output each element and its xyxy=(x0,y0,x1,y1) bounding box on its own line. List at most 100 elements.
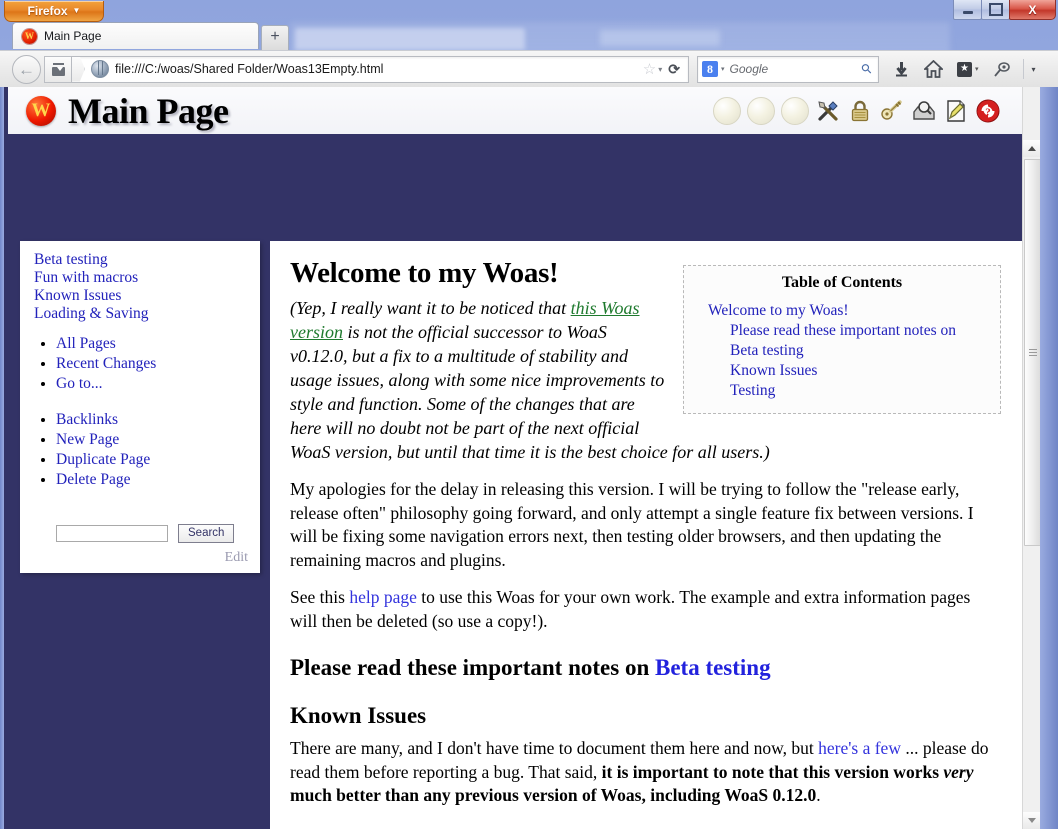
woas-favicon-icon: W xyxy=(22,29,37,44)
addon-button[interactable] xyxy=(993,61,1011,77)
tools-icon[interactable] xyxy=(815,98,841,124)
toc-link[interactable]: Please read these important notes on xyxy=(730,322,956,339)
download-arrow-icon xyxy=(893,61,910,78)
toolbar-divider xyxy=(1023,59,1024,79)
search-button[interactable]: Search xyxy=(178,524,234,543)
sidebar-item-duplicate-page[interactable]: Duplicate Page xyxy=(56,451,150,468)
toc-link[interactable]: Known Issues xyxy=(730,362,817,379)
list-item[interactable]: Go to... xyxy=(56,374,246,394)
new-tab-button[interactable]: + xyxy=(261,25,289,50)
chevron-down-icon: ▼ xyxy=(73,6,81,15)
list-item[interactable]: Backlinks xyxy=(56,410,246,430)
search-input[interactable]: Google xyxy=(730,62,863,76)
bookmarks-button[interactable]: ★ ▾ xyxy=(957,62,979,77)
toc-link[interactable]: Testing xyxy=(730,382,775,399)
page-title: Main Page xyxy=(68,90,228,132)
sidebar-item-new-page[interactable]: New Page xyxy=(56,431,119,448)
known-text-pre: There are many, and I don't have time to… xyxy=(290,738,818,758)
page-viewport: W Main Page xyxy=(0,87,1040,829)
list-item[interactable]: Recent Changes xyxy=(56,354,246,374)
sidebar-link[interactable]: Beta testing xyxy=(34,251,108,268)
window-right-edge xyxy=(1040,87,1058,829)
back-button[interactable]: ← xyxy=(12,55,41,84)
window-left-edge xyxy=(0,87,4,829)
sidebar-item-known-issues[interactable]: Known Issues xyxy=(34,287,246,305)
navigation-toolbar: ← file:///C:/woas/Shared Folder/Woas13Em… xyxy=(0,50,1058,88)
close-button[interactable]: X xyxy=(1009,0,1056,20)
edit-link[interactable]: Edit xyxy=(225,550,248,566)
chevron-down-icon: ▾ xyxy=(975,65,979,73)
heres-a-few-link[interactable]: here's a few xyxy=(818,738,901,758)
woas-logo-icon: W xyxy=(26,96,56,126)
sidebar-link[interactable]: Loading & Saving xyxy=(34,305,149,322)
known-bold-italic: very xyxy=(943,762,973,782)
bookmark-star-icon: ★ xyxy=(957,62,972,77)
search-input[interactable] xyxy=(56,525,168,542)
toc-item-notes[interactable]: Please read these important notes on xyxy=(730,321,990,341)
lock-icon[interactable] xyxy=(847,98,873,124)
toolbar-overflow-button[interactable]: ▾ xyxy=(1032,65,1036,74)
known-text-end: . xyxy=(816,785,820,805)
blank-button-1[interactable] xyxy=(713,97,741,125)
toc-item-beta-testing[interactable]: Beta testing xyxy=(730,341,990,361)
reload-icon[interactable]: ⟳ xyxy=(668,61,680,78)
scroll-down-button[interactable] xyxy=(1023,812,1040,829)
downloads-button[interactable] xyxy=(893,61,910,78)
home-button[interactable] xyxy=(924,60,943,78)
search-bar[interactable]: 8 ▾ Google ⚲ xyxy=(697,56,879,83)
sidebar-item-beta-testing[interactable]: Beta testing xyxy=(34,251,246,269)
find-icon[interactable] xyxy=(911,98,937,124)
wiki-header: W Main Page xyxy=(8,87,1023,139)
chevron-down-icon[interactable]: ▾ xyxy=(721,65,725,73)
home-icon xyxy=(924,60,943,78)
chevron-down-icon[interactable]: ▾ xyxy=(658,65,662,74)
scrollbar-thumb[interactable] xyxy=(1024,159,1040,546)
toc-link[interactable]: Welcome to my Woas! xyxy=(708,302,849,319)
tab-main-page[interactable]: W Main Page xyxy=(12,22,259,49)
url-bar[interactable]: file:///C:/woas/Shared Folder/Woas13Empt… xyxy=(71,56,689,83)
sidebar-item-fun-with-macros[interactable]: Fun with macros xyxy=(34,269,246,287)
browser-window: Firefox▼ X W Main Page + ← xyxy=(0,0,1058,829)
list-item[interactable]: Delete Page xyxy=(56,470,246,490)
url-text: file:///C:/woas/Shared Folder/Woas13Empt… xyxy=(115,62,637,76)
known-bold-2: much better than any previous version of… xyxy=(290,785,816,805)
help-icon[interactable]: ? xyxy=(975,98,1001,124)
toc-item-known-issues[interactable]: Known Issues xyxy=(730,361,990,381)
minimize-button[interactable] xyxy=(953,0,982,20)
blank-button-3[interactable] xyxy=(781,97,809,125)
list-item[interactable]: Duplicate Page xyxy=(56,450,246,470)
globe-icon xyxy=(91,60,109,78)
sidebar-item-loading-saving[interactable]: Loading & Saving xyxy=(34,305,246,323)
known-bold-1: it is important to note that this versio… xyxy=(602,762,944,782)
tab-title: Main Page xyxy=(44,29,101,43)
sidebar-item-recent-changes[interactable]: Recent Changes xyxy=(56,355,156,372)
google-logo-icon: 8 xyxy=(702,61,718,77)
help-page-link[interactable]: help page xyxy=(349,587,417,607)
toc-link[interactable]: Beta testing xyxy=(730,342,804,359)
sidebar-item-delete-page[interactable]: Delete Page xyxy=(56,471,130,488)
edit-page-icon[interactable] xyxy=(943,98,969,124)
list-item[interactable]: New Page xyxy=(56,430,246,450)
sidebar-item-all-pages[interactable]: All Pages xyxy=(56,335,116,352)
restore-icon xyxy=(989,3,1003,16)
list-item[interactable]: All Pages xyxy=(56,334,246,354)
restore-button[interactable] xyxy=(981,0,1010,20)
sidebar-link[interactable]: Fun with macros xyxy=(34,269,138,286)
content-apologies-paragraph: My apologies for the delay in releasing … xyxy=(290,478,1001,572)
blank-button-2[interactable] xyxy=(747,97,775,125)
key-icon[interactable] xyxy=(879,98,905,124)
sidebar-link[interactable]: Known Issues xyxy=(34,287,121,304)
firefox-menu-button[interactable]: Firefox▼ xyxy=(4,1,104,22)
scroll-up-button[interactable] xyxy=(1023,140,1040,157)
beta-testing-link[interactable]: Beta testing xyxy=(655,655,771,680)
minimize-icon xyxy=(963,11,973,14)
vertical-scrollbar[interactable] xyxy=(1022,87,1040,829)
sidebar-item-backlinks[interactable]: Backlinks xyxy=(56,411,118,428)
content-heading-notes: Please read these important notes on Bet… xyxy=(290,655,1001,681)
sidebar-item-go-to[interactable]: Go to... xyxy=(56,375,103,392)
back-arrow-icon: ← xyxy=(18,61,35,78)
bookmark-star-icon[interactable]: ☆ xyxy=(643,60,656,78)
toc-item-welcome[interactable]: Welcome to my Woas! xyxy=(708,301,990,321)
toc-item-testing[interactable]: Testing xyxy=(730,381,990,401)
forward-button[interactable] xyxy=(44,56,71,83)
